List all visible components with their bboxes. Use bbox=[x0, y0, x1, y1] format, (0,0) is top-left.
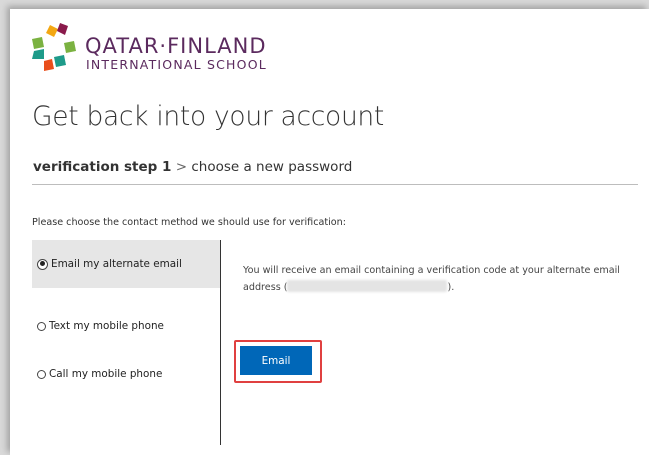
breadcrumb-separator: > bbox=[175, 159, 188, 175]
logo-line2: INTERNATIONAL SCHOOL bbox=[86, 57, 267, 72]
description-line1: You will receive an email containing a v… bbox=[243, 265, 620, 276]
page-title: Get back into your account bbox=[32, 101, 385, 132]
options-separator bbox=[220, 240, 221, 445]
divider bbox=[32, 184, 638, 185]
option-label: Text my mobile phone bbox=[49, 320, 164, 332]
logo-line1: QATAR·FINLAND bbox=[85, 34, 267, 58]
radio-icon[interactable] bbox=[37, 369, 46, 379]
option-label: Call my mobile phone bbox=[49, 368, 163, 380]
option-label: Email my alternate email bbox=[51, 258, 182, 270]
radio-selected-icon[interactable] bbox=[37, 258, 48, 270]
description-address-suffix: ). bbox=[447, 282, 455, 293]
verification-description: You will receive an email containing a v… bbox=[243, 262, 633, 296]
instructions-text: Please choose the contact method we shou… bbox=[32, 217, 346, 228]
contact-method-options: Email my alternate email Text my mobile … bbox=[32, 240, 220, 445]
option-text-mobile[interactable]: Text my mobile phone bbox=[32, 302, 220, 350]
school-logo: QATAR·FINLAND INTERNATIONAL SCHOOL bbox=[30, 23, 330, 83]
logo-mark-icon bbox=[32, 23, 76, 71]
option-email-alternate[interactable]: Email my alternate email bbox=[32, 240, 220, 288]
option-call-mobile[interactable]: Call my mobile phone bbox=[32, 350, 220, 398]
radio-icon[interactable] bbox=[37, 321, 46, 331]
breadcrumb: verification step 1 > choose a new passw… bbox=[33, 159, 352, 175]
password-reset-panel: QATAR·FINLAND INTERNATIONAL SCHOOL Get b… bbox=[10, 9, 649, 455]
breadcrumb-next: choose a new password bbox=[191, 159, 353, 175]
description-address-prefix: address ( bbox=[243, 282, 288, 293]
redacted-email-address bbox=[287, 280, 448, 292]
email-button[interactable]: Email bbox=[240, 346, 312, 375]
breadcrumb-current: verification step 1 bbox=[33, 159, 172, 175]
